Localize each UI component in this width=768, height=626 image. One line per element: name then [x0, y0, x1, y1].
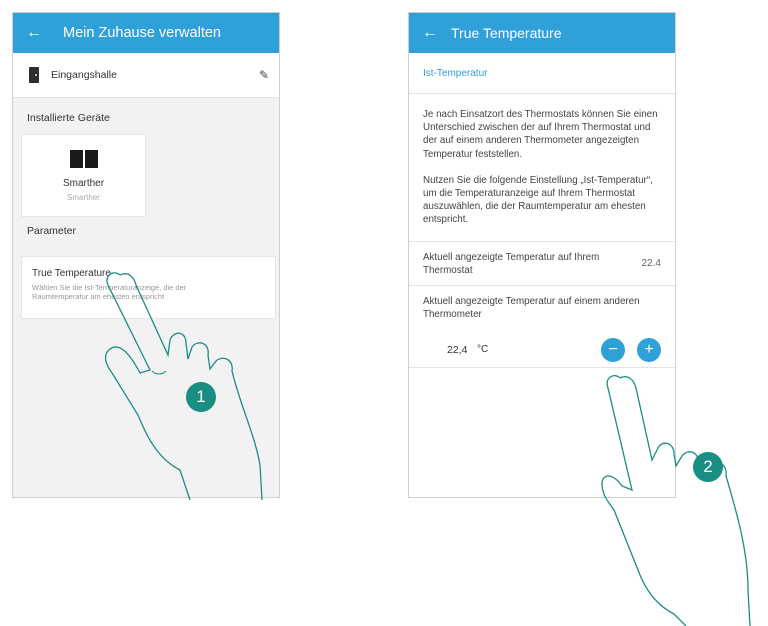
stepper-unit: °C	[477, 344, 489, 356]
info-paragraph-2: Nutzen Sie die folgende Einstellung „Ist…	[409, 161, 675, 242]
current-temperature-label: Aktuell angezeigte Temperatur auf Ihrem …	[423, 251, 600, 276]
parameter-title: Parameter	[27, 225, 77, 237]
info-paragraph-1: Je nach Einsatzort des Thermostats könne…	[423, 109, 658, 160]
stepper-value: 22,4	[447, 343, 468, 356]
door-icon	[29, 67, 39, 83]
step-badge-1: 1	[186, 382, 216, 412]
step-badge-2: 2	[693, 452, 723, 482]
pencil-icon[interactable]: ✎	[249, 68, 279, 82]
room-row[interactable]: Eingangshalle ✎	[13, 53, 279, 98]
current-temperature-row: Aktuell angezeigte Temperatur auf Ihrem …	[409, 242, 675, 286]
page-title: Mein Zuhause verwalten	[63, 25, 221, 41]
plus-button[interactable]: +	[637, 337, 661, 362]
minus-button[interactable]: −	[601, 337, 625, 362]
device-subtitle: Smarther	[67, 193, 100, 202]
arrow-left-icon[interactable]: ←	[409, 24, 451, 42]
app-bar: ← True Temperature	[409, 13, 675, 53]
other-thermometer-label: Aktuell angezeigte Temperatur auf einem …	[423, 295, 640, 320]
pointing-hand-icon	[601, 374, 751, 626]
section-subheader: Ist-Temperatur	[409, 53, 675, 94]
page-title: True Temperature	[451, 25, 562, 41]
room-name: Eingangshalle	[51, 69, 117, 81]
installed-devices-title: Installierte Geräte	[27, 112, 110, 124]
arrow-left-icon[interactable]: ←	[13, 24, 55, 42]
device-name: Smarther	[62, 178, 105, 189]
current-temperature-value: 22.4	[641, 257, 661, 269]
temperature-stepper: 22,4 °C − +	[409, 321, 675, 368]
smarther-thermostat-icon	[69, 150, 98, 168]
device-card-smarther[interactable]: Smarther Smarther	[21, 134, 146, 217]
app-bar: ← Mein Zuhause verwalten	[13, 13, 279, 53]
